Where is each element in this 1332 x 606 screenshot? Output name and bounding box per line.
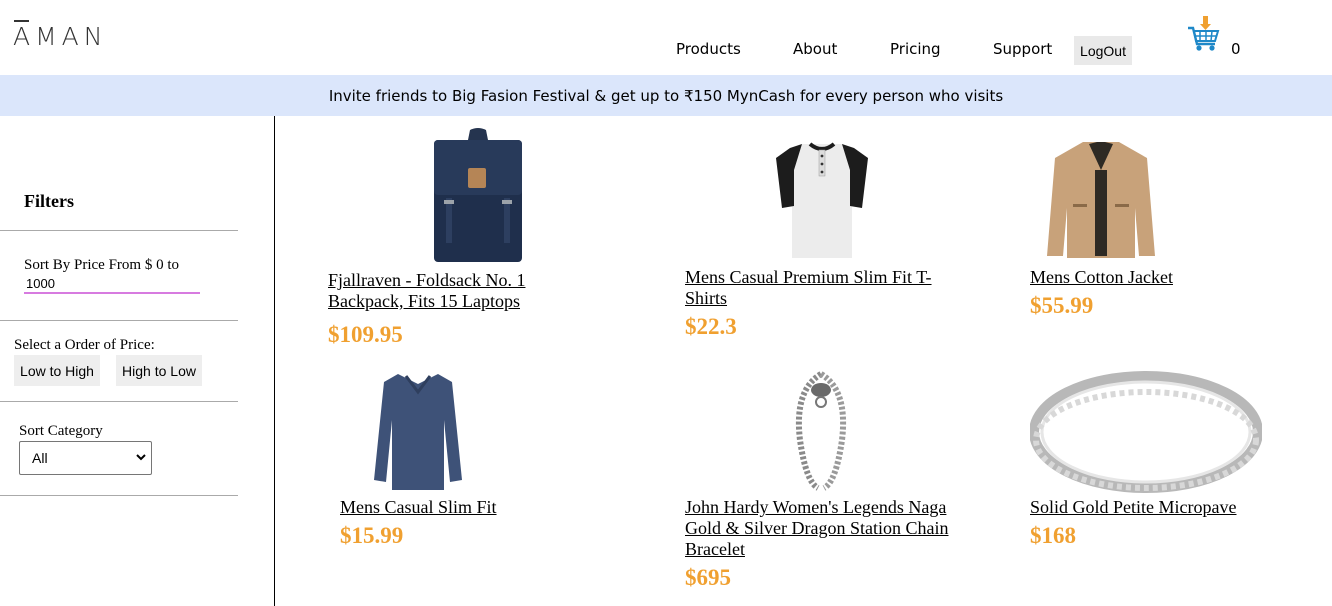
brand-logo[interactable]: AMAN (13, 20, 108, 51)
product-price: $695 (685, 565, 731, 590)
logout-button[interactable]: LogOut (1074, 36, 1132, 65)
divider (0, 230, 238, 231)
divider (0, 401, 238, 402)
tshirt-image[interactable] (772, 140, 872, 262)
promo-banner-text: Invite friends to Big Fasion Festival & … (328, 86, 1004, 105)
product-price: $22.3 (685, 314, 737, 339)
promo-banner: Invite friends to Big Fasion Festival & … (0, 75, 1332, 116)
logo-text: AMAN (13, 20, 108, 51)
price-order-label: Select a Order of Price: (14, 337, 155, 353)
divider (0, 320, 238, 321)
jacket-image[interactable] (1043, 138, 1159, 262)
category-label: Sort Category (19, 423, 103, 439)
ring-image[interactable] (1030, 370, 1262, 494)
low-to-high-button[interactable]: Low to High (14, 355, 100, 386)
product-title[interactable]: Mens Casual Premium Slim Fit T-Shirts (685, 267, 955, 309)
filters-sidebar: Filters Sort By Price From $ 0 to Select… (0, 116, 275, 606)
top-header: AMAN Products About Pricing Support LogO… (0, 0, 1332, 75)
product-title[interactable]: Mens Casual Slim Fit (340, 497, 600, 518)
chevron-down-icon (136, 454, 146, 461)
product-title[interactable]: Mens Cotton Jacket (1030, 267, 1290, 288)
longsleeve-image[interactable] (370, 370, 466, 492)
backpack-image[interactable] (428, 128, 528, 264)
filters-title: Filters (24, 191, 74, 211)
category-selected-value: All (32, 450, 48, 466)
bracelet-image[interactable] (788, 370, 854, 492)
nav-products[interactable]: Products (676, 40, 741, 58)
product-title[interactable]: John Hardy Women's Legends Naga Gold & S… (685, 497, 960, 560)
product-price: $55.99 (1030, 293, 1094, 318)
cart-count: 0 (1231, 40, 1241, 58)
product-price: $15.99 (340, 523, 404, 548)
price-range-label: Sort By Price From $ 0 to (24, 257, 180, 273)
product-title[interactable]: Fjallraven - Foldsack No. 1 Backpack, Fi… (328, 270, 568, 312)
cart-icon[interactable] (1186, 16, 1222, 54)
high-to-low-button[interactable]: High to Low (116, 355, 202, 386)
product-price: $109.95 (328, 322, 403, 347)
max-price-input[interactable] (24, 274, 200, 294)
divider (0, 495, 238, 496)
product-title[interactable]: Solid Gold Petite Micropave (1030, 497, 1290, 518)
nav-support[interactable]: Support (993, 40, 1052, 58)
product-price: $168 (1030, 523, 1076, 548)
category-select[interactable]: All (19, 441, 152, 475)
nav-pricing[interactable]: Pricing (890, 40, 941, 58)
nav-about[interactable]: About (793, 40, 837, 58)
